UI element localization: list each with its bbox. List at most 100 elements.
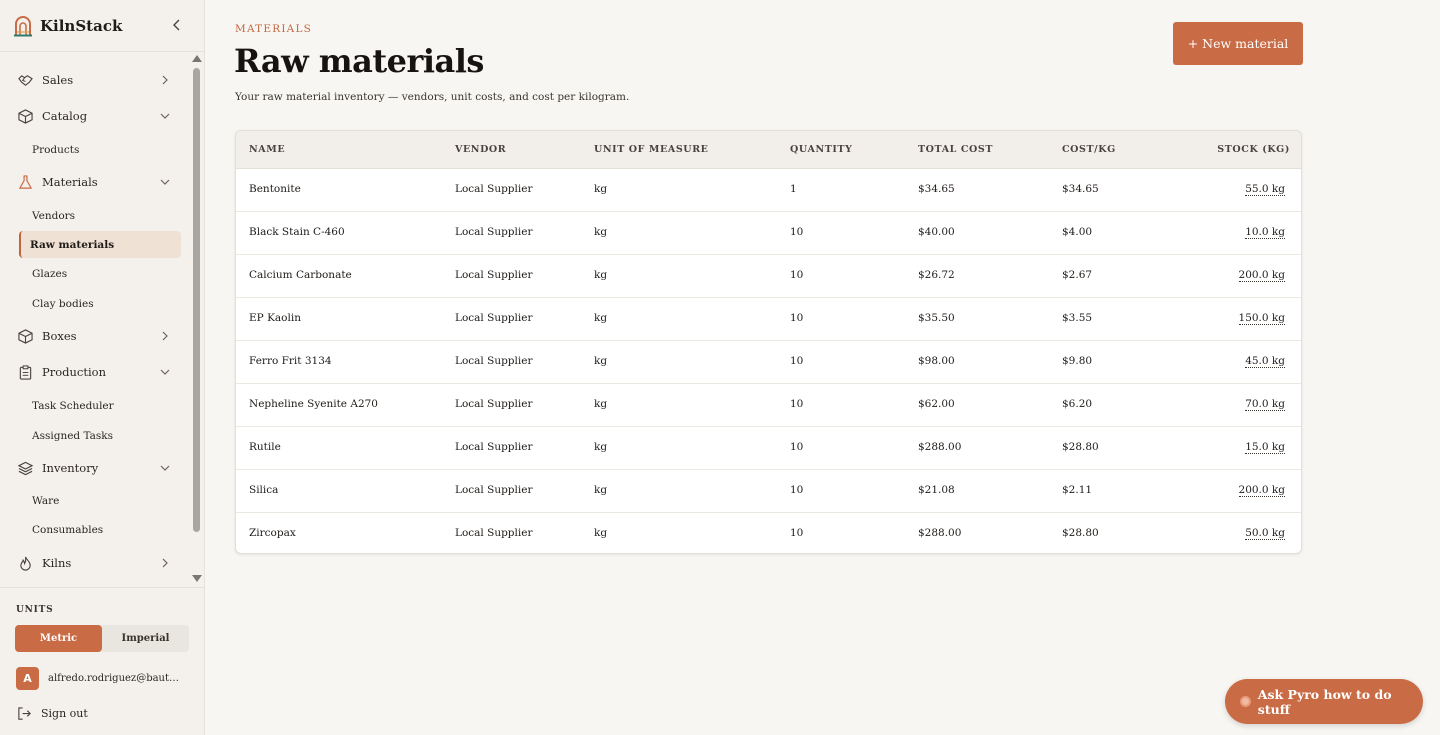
cell-total-cost: $26.72 bbox=[918, 269, 955, 281]
cell-stock[interactable]: 45.0 kg bbox=[1245, 355, 1285, 368]
units-imperial-option[interactable]: Imperial bbox=[102, 625, 189, 652]
sidebar-item-vendors[interactable]: Vendors bbox=[19, 202, 181, 229]
column-header-cost-per-kg[interactable]: COST/KG bbox=[1062, 144, 1116, 155]
page-title: Raw materials bbox=[234, 42, 484, 80]
chevron-right-icon bbox=[162, 331, 168, 341]
chevron-down-icon bbox=[160, 369, 170, 375]
sign-out-label: Sign out bbox=[41, 707, 88, 720]
sidebar-group-label: Inventory bbox=[42, 461, 99, 475]
sidebar-group-label: Materials bbox=[42, 175, 98, 189]
sidebar-group-production[interactable]: Production bbox=[0, 356, 190, 388]
section-eyebrow: MATERIALS bbox=[235, 23, 313, 35]
ask-assistant-button[interactable]: Ask Pyro how to do stuff bbox=[1225, 679, 1423, 724]
sidebar-item-clay-bodies[interactable]: Clay bodies bbox=[19, 290, 181, 317]
cell-unit: kg bbox=[594, 527, 608, 539]
cell-quantity: 10 bbox=[790, 312, 804, 324]
cell-stock[interactable]: 10.0 kg bbox=[1245, 226, 1285, 239]
cell-name: Ferro Frit 3134 bbox=[249, 355, 332, 367]
cell-unit: kg bbox=[594, 484, 608, 496]
sidebar-group-inventory[interactable]: Inventory bbox=[0, 452, 190, 484]
cell-quantity: 10 bbox=[790, 441, 804, 453]
sidebar-item-raw-materials[interactable]: Raw materials bbox=[19, 231, 181, 258]
cell-stock[interactable]: 200.0 kg bbox=[1238, 484, 1285, 497]
cell-unit: kg bbox=[594, 226, 608, 238]
sidebar-group-label: Boxes bbox=[42, 329, 77, 343]
sidebar-group-materials[interactable]: Materials bbox=[0, 166, 190, 198]
collapse-sidebar-icon[interactable] bbox=[170, 17, 184, 33]
cell-cost-per-kg: $9.80 bbox=[1062, 355, 1093, 367]
cell-stock[interactable]: 15.0 kg bbox=[1245, 441, 1285, 454]
sidebar-group-catalog[interactable]: Catalog bbox=[0, 100, 190, 132]
sidebar-group-sales[interactable]: Sales bbox=[0, 64, 190, 96]
table-row[interactable]: Silica Local Supplier kg 10 $21.08 $2.11 200.0… bbox=[236, 470, 1301, 513]
sign-out-icon bbox=[18, 707, 31, 720]
sidebar-group-label: Production bbox=[42, 365, 106, 379]
scroll-up-arrow-icon[interactable] bbox=[192, 55, 202, 62]
main-content: MATERIALS Raw materials Your raw materia… bbox=[205, 0, 1440, 735]
cell-stock[interactable]: 50.0 kg bbox=[1245, 527, 1285, 540]
table-row[interactable]: Ferro Frit 3134 Local Supplier kg 10 $98.00 $… bbox=[236, 341, 1301, 384]
table-row[interactable]: Calcium Carbonate Local Supplier kg 10 $26.7… bbox=[236, 255, 1301, 298]
ask-assistant-label: Ask Pyro how to do stuff bbox=[1257, 686, 1392, 717]
chevron-right-icon bbox=[162, 75, 168, 85]
cell-name: Calcium Carbonate bbox=[249, 269, 352, 281]
table-row[interactable]: Nepheline Syenite A270 Local Supplier kg 10… bbox=[236, 384, 1301, 427]
user-email: alfredo.rodriguez@bautonceramics.com bbox=[48, 672, 180, 684]
cell-total-cost: $34.65 bbox=[918, 183, 955, 195]
cell-quantity: 10 bbox=[790, 484, 804, 496]
cell-stock[interactable]: 150.0 kg bbox=[1238, 312, 1285, 325]
kiln-logo-icon bbox=[14, 15, 32, 36]
units-toggle: Metric Imperial bbox=[15, 625, 189, 652]
sidebar-item-task-scheduler[interactable]: Task Scheduler bbox=[19, 392, 181, 419]
cell-vendor: Local Supplier bbox=[455, 355, 533, 367]
cell-cost-per-kg: $34.65 bbox=[1062, 183, 1099, 195]
cell-stock[interactable]: 55.0 kg bbox=[1245, 183, 1285, 196]
chevron-down-icon bbox=[160, 179, 170, 185]
sidebar-item-products[interactable]: Products bbox=[19, 136, 181, 163]
cell-cost-per-kg: $3.55 bbox=[1062, 312, 1093, 324]
cell-quantity: 10 bbox=[790, 269, 804, 281]
cell-unit: kg bbox=[594, 355, 608, 367]
chevron-right-icon bbox=[162, 558, 168, 568]
units-metric-option[interactable]: Metric bbox=[15, 625, 102, 652]
cell-total-cost: $98.00 bbox=[918, 355, 955, 367]
cell-unit: kg bbox=[594, 183, 608, 195]
table-row[interactable]: EP Kaolin Local Supplier kg 10 $35.50 $3.55 15… bbox=[236, 298, 1301, 341]
table-row[interactable]: Rutile Local Supplier kg 10 $288.00 $28.80 15.… bbox=[236, 427, 1301, 470]
table-row[interactable]: Bentonite Local Supplier kg 1 $34.65 $34.65 55… bbox=[236, 169, 1301, 212]
column-header-total-cost[interactable]: TOTAL COST bbox=[918, 144, 993, 155]
sidebar-group-kilns[interactable]: Kilns bbox=[0, 547, 190, 579]
cell-vendor: Local Supplier bbox=[455, 183, 533, 195]
table-row[interactable]: Black Stain C-460 Local Supplier kg 10 $40.0… bbox=[236, 212, 1301, 255]
chevron-down-icon bbox=[160, 465, 170, 471]
sidebar-item-glazes[interactable]: Glazes bbox=[19, 260, 181, 287]
cell-name: Bentonite bbox=[249, 183, 301, 195]
sidebar-group-boxes[interactable]: Boxes bbox=[0, 320, 190, 352]
new-material-button[interactable]: + New material bbox=[1173, 22, 1303, 65]
table-header: NAME VENDOR UNIT OF MEASURE QUANTITY TOT… bbox=[236, 131, 1301, 169]
cell-stock[interactable]: 200.0 kg bbox=[1238, 269, 1285, 282]
units-section: UNITS Metric Imperial A alfredo.rodrigue… bbox=[0, 587, 204, 735]
cell-stock[interactable]: 70.0 kg bbox=[1245, 398, 1285, 411]
sidebar-item-ware[interactable]: Ware bbox=[19, 487, 181, 514]
cell-cost-per-kg: $2.67 bbox=[1062, 269, 1093, 281]
cell-cost-per-kg: $4.00 bbox=[1062, 226, 1093, 238]
user-account[interactable]: A alfredo.rodriguez@bautonceramics.com bbox=[16, 666, 196, 690]
table-row[interactable]: Zircopax Local Supplier kg 10 $288.00 $28.80 5… bbox=[236, 513, 1301, 553]
sidebar-scrollbar[interactable] bbox=[190, 52, 204, 586]
cell-unit: kg bbox=[594, 269, 608, 281]
column-header-quantity[interactable]: QUANTITY bbox=[790, 144, 853, 155]
scroll-down-arrow-icon[interactable] bbox=[192, 575, 202, 582]
sidebar-item-assigned-tasks[interactable]: Assigned Tasks bbox=[19, 422, 181, 449]
column-header-name[interactable]: NAME bbox=[249, 144, 285, 155]
column-header-vendor[interactable]: VENDOR bbox=[455, 144, 506, 155]
cell-name: Zircopax bbox=[249, 527, 296, 539]
column-header-stock[interactable]: STOCK (KG) bbox=[1217, 144, 1290, 155]
column-header-unit[interactable]: UNIT OF MEASURE bbox=[594, 144, 709, 155]
cell-total-cost: $35.50 bbox=[918, 312, 955, 324]
scrollbar-thumb[interactable] bbox=[193, 68, 200, 532]
box-icon bbox=[17, 328, 33, 344]
sign-out-button[interactable]: Sign out bbox=[17, 706, 88, 721]
sidebar-item-consumables[interactable]: Consumables bbox=[19, 516, 181, 543]
cell-name: Rutile bbox=[249, 441, 281, 453]
